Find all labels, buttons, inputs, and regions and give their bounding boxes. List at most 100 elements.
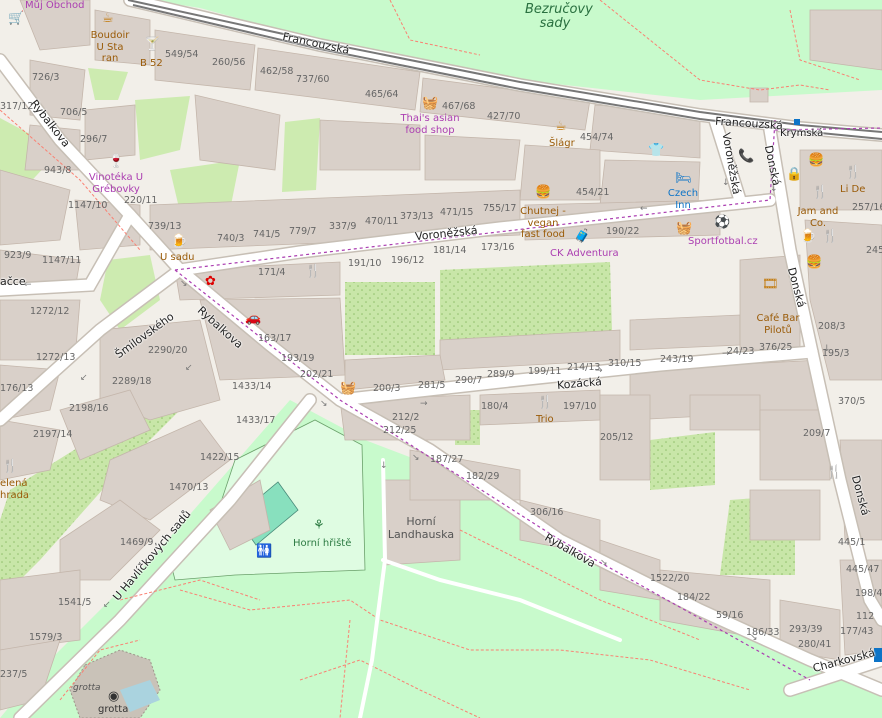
poi-label-boudoir[interactable]: Boudoir U Sta ran xyxy=(88,30,132,65)
housenumber-label: 243/19 xyxy=(660,354,694,365)
cafe-icon[interactable]: ☕ xyxy=(102,12,114,25)
housenumber-label: 177/43 xyxy=(840,626,874,637)
poi-label-trio[interactable]: Trio xyxy=(536,414,554,426)
housenumber-label: 370/5 xyxy=(838,396,866,407)
housenumber-label: 923/9 xyxy=(4,250,32,261)
housenumber-label: 739/13 xyxy=(148,221,182,232)
restaurant-icon[interactable]: 🍴 xyxy=(812,186,828,199)
housenumber-label: 1469/9 xyxy=(120,537,154,548)
fast-food-icon[interactable]: 🍔 xyxy=(535,186,551,199)
housenumber-label: 212/2 xyxy=(392,412,420,423)
shop-icon[interactable]: 🔒 xyxy=(786,168,802,181)
housenumber-label: 755/17 xyxy=(483,203,517,214)
housenumber-label: 289/9 xyxy=(487,369,515,380)
housenumber-label: 193/19 xyxy=(281,353,315,364)
housenumber-label: 373/13 xyxy=(400,211,434,222)
sports-shop-icon[interactable]: ⚽ xyxy=(714,216,730,229)
svg-text:→: → xyxy=(420,399,428,409)
housenumber-label: 202/21 xyxy=(300,369,334,380)
housenumber-label: 427/70 xyxy=(487,111,521,122)
hostel-icon[interactable]: 🛏 xyxy=(675,172,692,185)
shop-basket-icon[interactable]: 🧺 xyxy=(340,382,356,395)
shop-basket-icon[interactable]: 🧺 xyxy=(422,97,438,110)
restaurant-icon[interactable]: 🍴 xyxy=(2,460,18,473)
svg-text:←: ← xyxy=(640,204,648,214)
svg-text:↙: ↙ xyxy=(185,363,193,373)
housenumber-label: 737/60 xyxy=(296,74,330,85)
housenumber-label: 260/56 xyxy=(212,57,246,68)
wine-shop-icon[interactable]: 🍷 xyxy=(108,155,124,168)
place-label-grotta: grotta xyxy=(98,704,129,715)
poi-label-zelena-zahrada[interactable]: elená hrada xyxy=(0,478,32,501)
playground-icon[interactable]: ⚘ xyxy=(313,519,325,532)
cafe-icon[interactable]: ☕ xyxy=(555,120,567,133)
pub-icon[interactable]: 🍺 xyxy=(171,235,187,248)
housenumber-label: 462/58 xyxy=(260,66,294,77)
housenumber-label: 549/54 xyxy=(165,49,199,60)
housenumber-label: 212/25 xyxy=(383,425,417,436)
housenumber-label: 2197/14 xyxy=(33,429,73,440)
housenumber-label: 317/12 xyxy=(0,101,34,112)
housenumber-label: 470/11 xyxy=(365,216,399,227)
fast-food-icon[interactable]: 🍔 xyxy=(808,154,824,167)
poi-label-muj-obchod[interactable]: Můj Obchod xyxy=(25,0,84,12)
shop-icon[interactable]: 🛒 xyxy=(8,12,24,25)
housenumber-label: 337/9 xyxy=(329,221,357,232)
viewpoint-icon[interactable]: ◉ xyxy=(108,690,119,703)
poi-label-li-de[interactable]: Li De xyxy=(840,184,865,196)
poi-label-slagr[interactable]: Šlágr xyxy=(549,138,575,150)
housenumber-label: 445/1 xyxy=(838,537,866,548)
toilets-icon[interactable]: 🚻 xyxy=(256,545,272,558)
poi-label-ck-adventura[interactable]: CK Adventura xyxy=(550,248,619,260)
housenumber-label: 281/5 xyxy=(418,380,446,391)
housenumber-label: 196/12 xyxy=(391,255,425,266)
restaurant-icon[interactable]: 🍴 xyxy=(826,466,842,479)
poi-label-thais-asian[interactable]: Thai's asian food shop xyxy=(398,113,462,136)
map-view[interactable]: ← ← → → → ↓ ↓ ↘ ↘ ↘ ↘ ↙ ↙ ↙ ← ↓ ↓ ↘ Fran… xyxy=(0,0,882,718)
poi-label-jam-and-co[interactable]: Jam and Co. xyxy=(795,206,841,229)
cinema-bar-icon[interactable]: 🎞 xyxy=(762,278,779,291)
svg-text:↘: ↘ xyxy=(320,399,328,409)
housenumber-label: 181/14 xyxy=(433,245,467,256)
poi-label-cafe-bar-pilotu[interactable]: Café Bar Pilotů xyxy=(753,313,803,336)
fast-food-icon[interactable]: 🍔 xyxy=(806,256,822,269)
phone-icon[interactable]: 📞 xyxy=(738,150,754,163)
clothes-icon[interactable]: 👕 xyxy=(648,144,664,157)
map-canvas[interactable]: ← ← → → → ↓ ↓ ↘ ↘ ↘ ↘ ↙ ↙ ↙ ← ↓ ↓ ↘ xyxy=(0,0,882,718)
svg-text:↘: ↘ xyxy=(412,453,420,463)
housenumber-label: 290/7 xyxy=(455,375,483,386)
poi-label-sportfotbal[interactable]: Sportfotbal.cz xyxy=(688,236,758,248)
housenumber-label: 310/15 xyxy=(608,358,642,369)
fire-station-icon[interactable]: ✿ xyxy=(205,275,216,288)
housenumber-label: 706/5 xyxy=(60,107,88,118)
restaurant-icon[interactable]: 🍴 xyxy=(845,166,861,179)
housenumber-label: 1422/15 xyxy=(200,452,240,463)
place-label-grotta: grotta xyxy=(73,683,101,693)
car-icon[interactable]: 🚗 xyxy=(245,312,261,325)
housenumber-label: 195/3 xyxy=(822,348,850,359)
housenumber-label: 454/74 xyxy=(580,132,614,143)
poi-label-czech-inn[interactable]: Czech Inn xyxy=(666,188,700,211)
bar-icon[interactable]: 🍸 xyxy=(144,38,160,51)
housenumber-label: 726/3 xyxy=(32,72,60,83)
housenumber-label: 779/7 xyxy=(289,226,317,237)
poi-label-b52[interactable]: B 52 xyxy=(140,58,163,70)
housenumber-label: 245/14 xyxy=(866,245,882,256)
housenumber-label: 465/64 xyxy=(365,89,399,100)
travel-agency-icon[interactable]: 🧳 xyxy=(574,230,590,243)
poi-label-vinoteka[interactable]: Vinotéka U Grébovky xyxy=(86,172,146,195)
restaurant-icon[interactable]: 🍴 xyxy=(822,230,838,243)
shop-basket-icon[interactable]: 🧺 xyxy=(676,222,692,235)
housenumber-label: 237/5 xyxy=(0,669,28,680)
poi-label-chutnej[interactable]: Chutnej - vegan fast food xyxy=(517,206,569,241)
svg-text:↙: ↙ xyxy=(103,600,111,610)
restaurant-icon[interactable]: 🍴 xyxy=(305,265,321,278)
restaurant-icon[interactable]: 🍴 xyxy=(537,396,553,409)
housenumber-label: 173/16 xyxy=(481,242,515,253)
pub-icon[interactable]: 🍺 xyxy=(800,230,816,243)
svg-text:↓: ↓ xyxy=(380,461,388,471)
poi-label-u-sadu[interactable]: U sadu xyxy=(160,252,195,264)
housenumber-label: 306/16 xyxy=(530,507,564,518)
housenumber-label: 1272/13 xyxy=(36,352,76,363)
housenumber-label: 186/33 xyxy=(746,627,780,638)
